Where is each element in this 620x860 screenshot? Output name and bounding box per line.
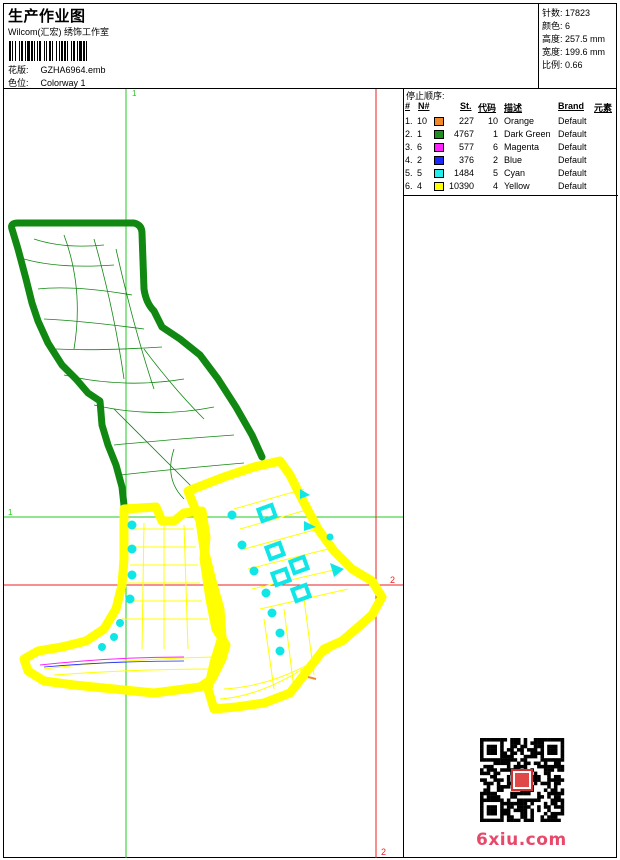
row-index: 3. <box>405 142 413 152</box>
row-index: 2. <box>405 129 413 139</box>
guide-v2-label: 2 <box>381 847 387 857</box>
row-brand: Default <box>558 129 587 139</box>
stat-height: 高度: 257.5 mm <box>542 34 606 44</box>
guide-h1-label: 1 <box>8 508 13 517</box>
design-file-value: GZHA6964.emb <box>40 65 106 75</box>
row-needle: 6 <box>417 142 423 152</box>
color-swatch <box>434 143 444 152</box>
stop-row: 3. 6 577 6 Magenta Default <box>404 142 618 155</box>
page-title: 生产作业图 <box>8 8 86 25</box>
row-brand: Default <box>558 155 587 165</box>
row-index: 5. <box>405 168 413 178</box>
row-needle: 1 <box>417 129 423 139</box>
row-needle: 10 <box>417 116 428 126</box>
stop-row: 6. 4 10390 4 Yellow Default <box>404 181 618 194</box>
color-swatch <box>434 169 444 178</box>
embroidery-drawing <box>4 89 403 858</box>
row-needle: 2 <box>417 155 423 165</box>
row-stitch-count: 376 <box>458 155 474 165</box>
stop-row: 4. 2 376 2 Blue Default <box>404 155 618 168</box>
stop-row: 5. 5 1484 5 Cyan Default <box>404 168 618 181</box>
design-file-line: 花版: GZHA6964.emb <box>8 63 106 76</box>
barcode-image <box>9 41 87 61</box>
color-swatch <box>434 117 444 126</box>
orange-mark <box>307 676 317 680</box>
stop-row: 2. 1 4767 1 Dark Green Default <box>404 129 618 142</box>
left-boot-outline <box>19 502 231 698</box>
row-code: 10 <box>487 116 498 126</box>
stat-stitches: 针数: 17823 <box>542 8 591 18</box>
studio-subtitle: Wilcom(汇宏) 绣饰工作室 <box>8 27 109 37</box>
colorway-value: Colorway 1 <box>40 78 86 88</box>
stop-row: 1. 10 227 10 Orange Default <box>404 116 618 129</box>
color-swatch <box>434 156 444 165</box>
row-code: 2 <box>492 155 498 165</box>
panel-divider <box>404 195 618 196</box>
row-code: 4 <box>492 181 498 191</box>
row-description: Magenta <box>504 142 540 152</box>
col-header-element: 元素 <box>594 103 613 113</box>
col-header-brand: Brand <box>558 101 585 111</box>
row-brand: Default <box>558 142 587 152</box>
row-stitch-count: 10390 <box>448 181 474 191</box>
row-needle: 5 <box>417 168 423 178</box>
green-leg-outline <box>8 219 266 509</box>
design-canvas: 1 1 2 2 <box>4 89 403 858</box>
color-swatch <box>434 130 444 139</box>
col-header-code: 代码 <box>478 103 497 113</box>
row-brand: Default <box>558 181 587 191</box>
stat-colors: 颜色: 6 <box>542 21 571 31</box>
row-code: 5 <box>492 168 498 178</box>
watermark-logo-text: 6xiu.com <box>476 830 567 850</box>
row-description: Blue <box>504 155 523 165</box>
header: 生产作业图 Wilcom(汇宏) 绣饰工作室 花版: GZHA6964.emb … <box>4 4 538 88</box>
row-stitch-count: 577 <box>458 142 474 152</box>
row-brand: Default <box>558 116 587 126</box>
col-header-desc: 描述 <box>504 103 523 113</box>
row-description: Orange <box>504 116 535 126</box>
row-description: Dark Green <box>504 129 551 139</box>
col-header-stitches: St. <box>460 101 472 111</box>
col-header-n: N# <box>418 101 430 111</box>
stats-box: 针数: 17823 颜色: 6 高度: 257.5 mm 宽度: 199.6 m… <box>538 4 617 88</box>
row-code: 1 <box>492 129 498 139</box>
design-file-label: 花版: <box>8 65 29 75</box>
right-boot-lace-squares <box>255 502 313 604</box>
row-index: 1. <box>405 116 413 126</box>
stat-scale: 比例: 0.66 <box>542 60 583 70</box>
row-stitch-count: 227 <box>458 116 474 126</box>
col-header-num: # <box>405 101 411 111</box>
stat-width: 宽度: 199.6 mm <box>542 47 606 57</box>
color-swatch <box>434 182 444 191</box>
row-stitch-count: 4767 <box>453 129 474 139</box>
row-index: 4. <box>405 155 413 165</box>
guide-h2-label: 2 <box>390 575 396 585</box>
row-needle: 4 <box>417 181 423 191</box>
qr-code-image <box>480 738 565 822</box>
row-description: Cyan <box>504 168 526 178</box>
guide-v1-label: 1 <box>132 89 137 98</box>
row-description: Yellow <box>504 181 530 191</box>
row-brand: Default <box>558 168 587 178</box>
row-code: 6 <box>492 142 498 152</box>
row-index: 6. <box>405 181 413 191</box>
row-stitch-count: 1484 <box>453 168 474 178</box>
